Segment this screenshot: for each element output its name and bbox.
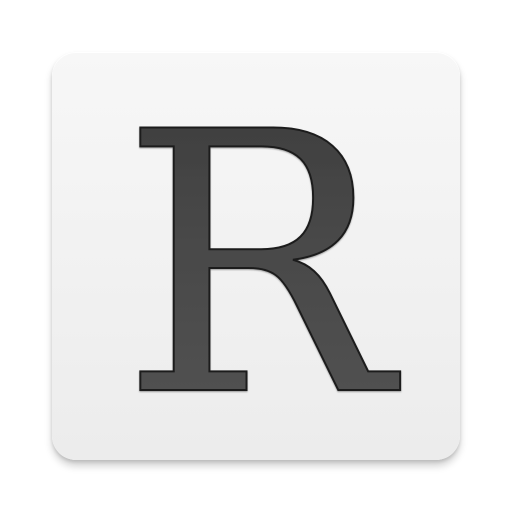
app-icon-tile[interactable]: R [52, 52, 460, 460]
letter-r: R [120, 56, 401, 460]
icon-canvas: R [0, 0, 512, 512]
letter-r-icon: R [119, 55, 402, 460]
